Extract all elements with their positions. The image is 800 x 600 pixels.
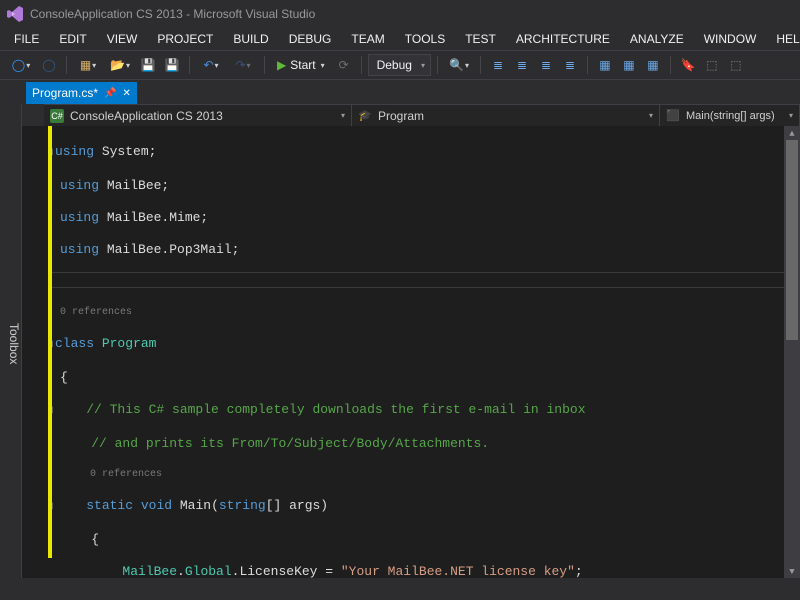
scroll-down-icon[interactable]: ▼: [784, 564, 800, 578]
codelens[interactable]: 0 references: [60, 306, 800, 320]
separator: [480, 56, 481, 74]
pin-icon[interactable]: 📌: [104, 88, 116, 99]
open-file-button[interactable]: 📂▾: [105, 54, 135, 76]
toolbar-button[interactable]: ▦: [618, 54, 640, 76]
menu-test[interactable]: TEST: [457, 30, 504, 48]
change-indicator: [48, 126, 52, 558]
nav-back-button[interactable]: ◯▾: [6, 54, 36, 76]
save-all-button[interactable]: 💾: [161, 54, 183, 76]
nav-bar: C# ConsoleApplication CS 2013 🎓 Program …: [44, 104, 800, 126]
find-in-files-button[interactable]: 🔍▾: [444, 54, 474, 76]
bookmark-button[interactable]: 🔖: [677, 54, 699, 76]
nav-forward-button[interactable]: ◯: [38, 54, 60, 76]
menu-view[interactable]: VIEW: [99, 30, 146, 48]
toolbar-button[interactable]: ▦: [642, 54, 664, 76]
tab-program-cs[interactable]: Program.cs* 📌 ✕: [26, 82, 137, 104]
close-icon[interactable]: ✕: [122, 88, 130, 99]
undo-button[interactable]: ↶▾: [196, 54, 226, 76]
window-title: ConsoleApplication CS 2013 - Microsoft V…: [30, 7, 315, 21]
menu-debug[interactable]: DEBUG: [281, 30, 340, 48]
toolbar-button[interactable]: ⬚: [725, 54, 747, 76]
separator: [437, 56, 438, 74]
tab-strip: Program.cs* 📌 ✕: [0, 80, 800, 104]
menu-architecture[interactable]: ARCHITECTURE: [508, 30, 618, 48]
start-label: Start: [290, 58, 315, 72]
separator: [361, 56, 362, 74]
menu-analyze[interactable]: ANALYZE: [622, 30, 692, 48]
toolbox-panel-tab[interactable]: Toolbox: [0, 104, 22, 578]
nav-scope-combo[interactable]: C# ConsoleApplication CS 2013: [44, 105, 352, 126]
play-icon: ▶: [277, 58, 286, 72]
separator: [264, 56, 265, 74]
separator: [189, 56, 190, 74]
save-button[interactable]: 💾: [137, 54, 159, 76]
start-debug-button[interactable]: ▶ Start ▾: [271, 54, 331, 76]
method-icon: ⬛: [666, 109, 680, 123]
toolbar-button[interactable]: ≣: [535, 54, 557, 76]
toolbar-button[interactable]: ▦: [594, 54, 616, 76]
code-editor[interactable]: ⊟using System; using MailBee; using Mail…: [22, 126, 800, 578]
menu-team[interactable]: TEAM: [343, 30, 392, 48]
new-project-button[interactable]: ▦▾: [73, 54, 103, 76]
comment-button[interactable]: ≣: [487, 54, 509, 76]
redo-button[interactable]: ↷▾: [228, 54, 258, 76]
class-icon: 🎓: [358, 109, 372, 123]
scroll-up-icon[interactable]: ▲: [784, 126, 800, 140]
restart-button[interactable]: ⟳: [333, 54, 355, 76]
menubar: FILE EDIT VIEW PROJECT BUILD DEBUG TEAM …: [0, 28, 800, 50]
toolbar-button[interactable]: ⬚: [701, 54, 723, 76]
toolbar-button[interactable]: ≣: [559, 54, 581, 76]
menu-file[interactable]: FILE: [6, 30, 47, 48]
codelens[interactable]: 0 references: [60, 468, 800, 482]
titlebar: ConsoleApplication CS 2013 - Microsoft V…: [0, 0, 800, 28]
editor-gutter: [22, 126, 48, 578]
separator: [670, 56, 671, 74]
menu-build[interactable]: BUILD: [225, 30, 276, 48]
solution-config-combo[interactable]: Debug: [368, 54, 431, 76]
menu-edit[interactable]: EDIT: [51, 30, 94, 48]
vertical-scrollbar[interactable]: ▲ ▼: [784, 126, 800, 578]
nav-type-combo[interactable]: 🎓 Program: [352, 105, 660, 126]
separator: [66, 56, 67, 74]
code-content[interactable]: ⊟using System; using MailBee; using Mail…: [22, 126, 800, 578]
menu-help[interactable]: HELP: [768, 30, 800, 48]
menu-tools[interactable]: TOOLS: [397, 30, 453, 48]
vs-logo-icon: [6, 5, 24, 23]
scrollbar-thumb[interactable]: [786, 140, 798, 340]
uncomment-button[interactable]: ≣: [511, 54, 533, 76]
toolbar: ◯▾ ◯ ▦▾ 📂▾ 💾 💾 ↶▾ ↷▾ ▶ Start ▾ ⟳ Debug 🔍…: [0, 50, 800, 80]
separator: [587, 56, 588, 74]
menu-window[interactable]: WINDOW: [696, 30, 765, 48]
tab-label: Program.cs*: [32, 86, 98, 100]
nav-member-combo[interactable]: ⬛ Main(string[] args): [660, 105, 800, 126]
menu-project[interactable]: PROJECT: [149, 30, 221, 48]
csharp-icon: C#: [50, 109, 64, 123]
